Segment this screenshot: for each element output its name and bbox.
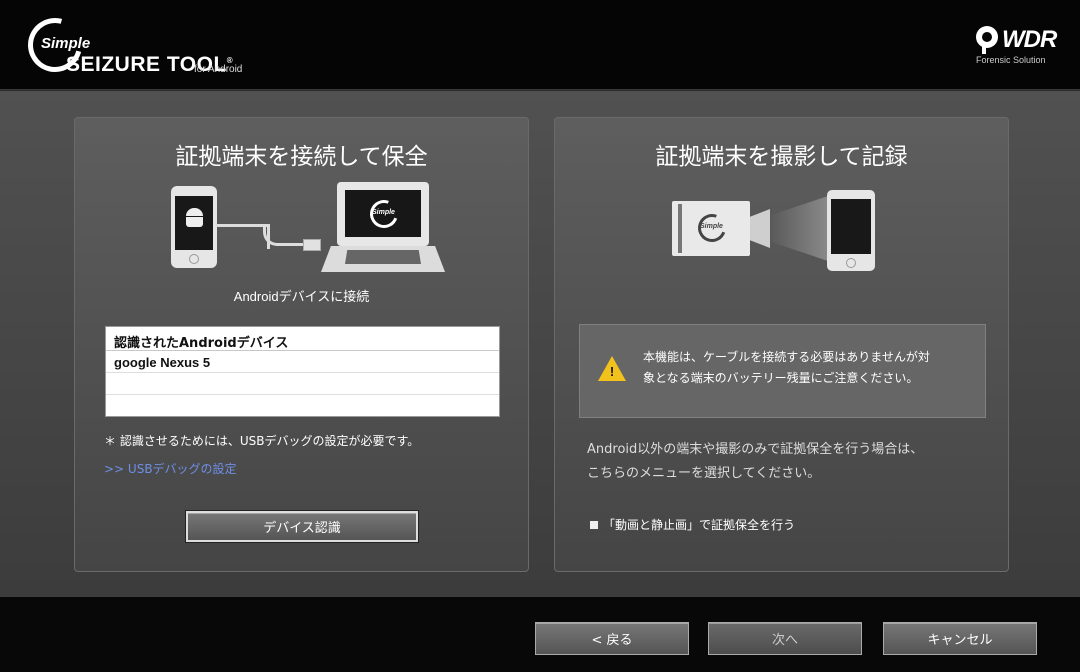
brand-name: WDR: [1002, 26, 1057, 53]
camera-icon: Simple: [672, 201, 750, 256]
warning-exclamation: !: [609, 364, 615, 379]
video-and-photo-preservation-label: 「動画と静止画」で証拠保全を行う: [603, 518, 796, 532]
warning-line-1: 本機能は、ケーブルを接続する必要はありませんが対: [643, 350, 930, 364]
camera-simple-logo-icon: Simple: [693, 209, 731, 247]
device-table-row[interactable]: [106, 395, 499, 417]
next-button[interactable]: 次へ: [708, 622, 862, 655]
warning-line-2: 象となる端末のバッテリー残量にご注意ください。: [643, 371, 919, 385]
other-device-description: Android以外の端末や撮影のみで証拠保全を行う場合は、 こちらのメニューを選…: [587, 438, 923, 486]
laptop-simple-logo-icon: Simple: [365, 195, 403, 233]
phone-home-button: [189, 254, 199, 264]
other-device-description-line-1: Android以外の端末や撮影のみで証拠保全を行う場合は、: [587, 442, 924, 457]
wdr-mark-icon: [976, 26, 998, 48]
battery-warning-box: ! 本機能は、ケーブルを接続する必要はありませんが対 象となる端末のバッテリー残…: [579, 324, 986, 418]
recognized-device-table: 認識されたAndroidデバイス google Nexus 5: [105, 326, 500, 417]
device-detect-button[interactable]: デバイス認識: [185, 510, 419, 543]
usb-cable-curve-icon: [263, 224, 305, 246]
capture-panel-title: 証拠端末を撮影して記録: [655, 144, 908, 170]
warning-icon: !: [598, 356, 626, 381]
main-content: 証拠端末を接続して保全 Simple Androidデバイスに接続 認識されたA…: [0, 91, 1080, 597]
battery-warning-message: 本機能は、ケーブルを接続する必要はありませんが対 象となる端末のバッテリー残量に…: [643, 347, 930, 389]
simple-seizure-tool-logo: Simple SEIZURE TOOL® for Android: [18, 8, 288, 82]
wdr-brand-logo: WDR Forensic Solution: [968, 24, 1068, 68]
camera-logo-text: Simple: [700, 223, 723, 230]
logo-platform-text: for Android: [194, 64, 243, 75]
usb-debug-settings-link[interactable]: >> USBデバッグの設定: [104, 460, 237, 477]
camera-side-stripe: [678, 204, 682, 253]
android-phone-icon: [171, 186, 217, 268]
android-connection-caption: Androidデバイスに接続: [233, 289, 370, 304]
laptop-screen: Simple: [345, 190, 421, 237]
cancel-button[interactable]: キャンセル: [883, 622, 1037, 655]
laptop-icon: Simple: [337, 182, 429, 246]
logo-simple-text: Simple: [41, 35, 91, 52]
connect-and-preserve-panel: 証拠端末を接続して保全 Simple Androidデバイスに接続 認識されたA…: [74, 117, 529, 572]
android-robot-body: [186, 217, 203, 227]
target-phone-screen: [831, 199, 871, 254]
device-table-row[interactable]: google Nexus 5: [106, 351, 499, 373]
android-robot-head: [186, 208, 203, 216]
device-table-row[interactable]: [106, 373, 499, 395]
mini-logo-text: Simple: [372, 209, 395, 216]
back-button[interactable]: < 戻る: [535, 622, 689, 655]
video-and-photo-preservation-link[interactable]: 「動画と静止画」で証拠保全を行う: [590, 516, 795, 533]
capture-and-record-panel: 証拠端末を撮影して記録 Simple ! 本機能は、ケーブルを接続する必要はあり…: [554, 117, 1009, 572]
target-phone-home-button: [846, 258, 856, 268]
usb-debug-requirement-note: ＊ 認識させるためには、USBデバッグの設定が必要です。: [104, 434, 420, 448]
camera-lens-icon: [750, 209, 770, 248]
wizard-footer: < 戻る 次へ キャンセル: [0, 597, 1080, 672]
connect-panel-title: 証拠端末を接続して保全: [175, 144, 428, 170]
usb-cable-icon: [216, 224, 270, 249]
usb-plug-icon: [303, 239, 321, 251]
device-table-header: 認識されたAndroidデバイス: [106, 327, 499, 351]
target-phone-icon: [827, 190, 875, 271]
laptop-keyboard-icon: [345, 250, 421, 264]
app-header: Simple SEIZURE TOOL® for Android WDR For…: [0, 0, 1080, 90]
wdr-mark-stem: [982, 46, 986, 54]
laptop-base-icon: [321, 246, 445, 272]
capture-beam-icon: [770, 196, 828, 261]
other-device-description-line-2: こちらのメニューを選択してください。: [587, 466, 821, 481]
brand-subtitle: Forensic Solution: [976, 55, 1046, 65]
android-robot-icon: [185, 208, 204, 229]
square-bullet-icon: [590, 521, 598, 529]
